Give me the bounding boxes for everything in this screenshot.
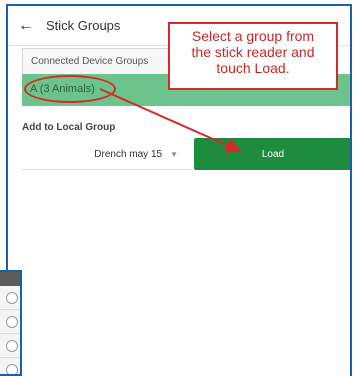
instruction-callout: Select a group from the stick reader and…	[168, 22, 338, 90]
local-group-select[interactable]: Drench may 15 ▼	[22, 140, 192, 170]
radio-icon	[6, 364, 18, 374]
caret-down-icon: ▼	[170, 150, 178, 159]
tab-connected-device-groups[interactable]: Connected Device Groups	[22, 48, 172, 74]
list-item	[0, 334, 20, 358]
radio-icon	[6, 292, 18, 304]
callout-line: Select a group from	[191, 28, 315, 44]
inset-topbar	[0, 272, 20, 286]
radio-icon	[6, 316, 18, 328]
callout-line: touch Load.	[216, 60, 290, 76]
list-item	[0, 310, 20, 334]
back-arrow-icon[interactable]: ←	[18, 17, 40, 35]
list-item	[0, 358, 20, 374]
background-screenshot	[0, 270, 22, 376]
callout-line: the stick reader and	[191, 44, 315, 60]
load-button[interactable]: Load	[194, 138, 350, 170]
radio-icon	[6, 340, 18, 352]
page-title: Stick Groups	[46, 18, 121, 33]
list-item	[0, 286, 20, 310]
local-group-label: Add to Local Group	[22, 122, 116, 133]
highlight-ellipse	[24, 75, 116, 103]
select-value: Drench may 15	[94, 149, 163, 160]
